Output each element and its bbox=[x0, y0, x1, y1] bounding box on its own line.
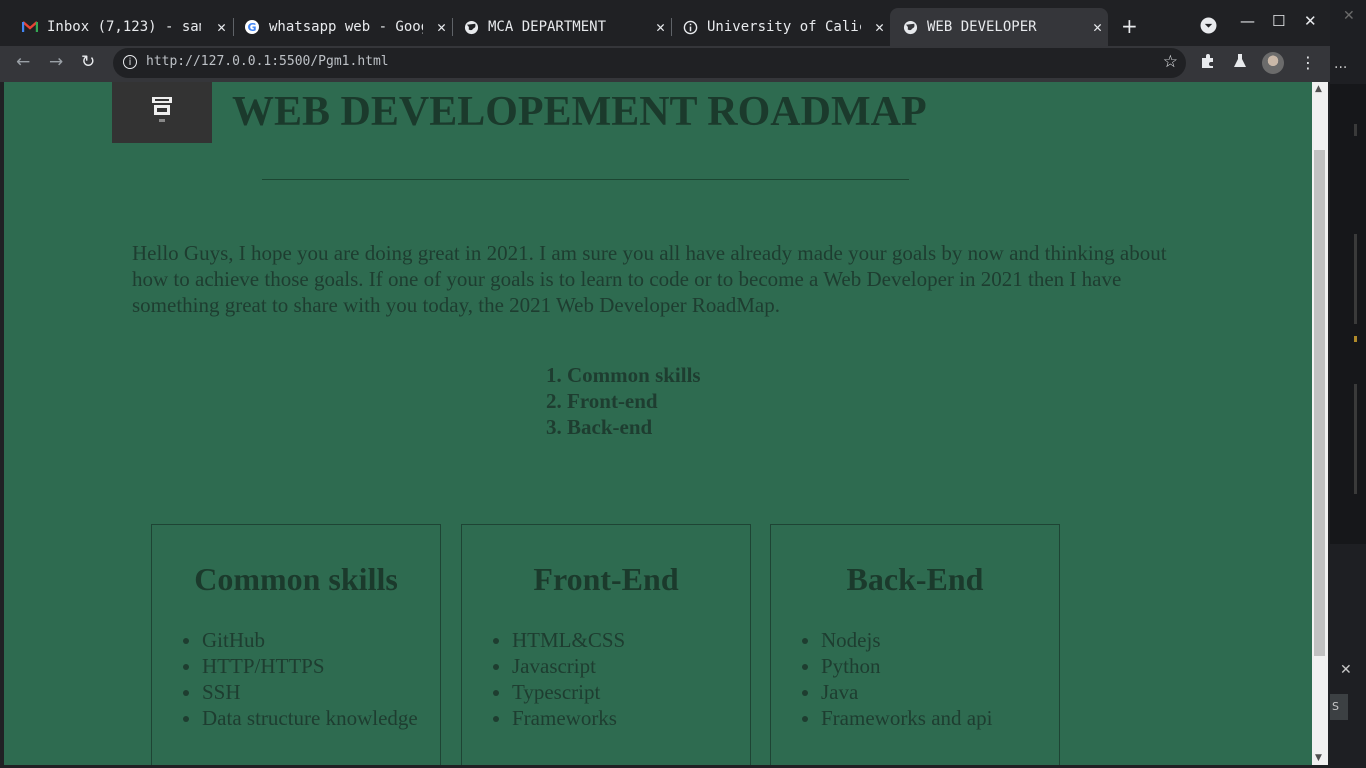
scroll-marker bbox=[1354, 124, 1357, 136]
intro-paragraph: Hello Guys, I hope you are doing great i… bbox=[132, 241, 1167, 317]
scroll-marker bbox=[1354, 234, 1357, 324]
page-viewport: WEB DEVELOPEMENT ROADMAP Hello Guys, I h… bbox=[4, 82, 1312, 765]
globe-icon bbox=[902, 19, 918, 35]
tab-title: Inbox (7,123) - sam bbox=[47, 19, 201, 35]
close-window-icon[interactable]: ✕ bbox=[1304, 12, 1317, 30]
maximize-icon[interactable]: ☐ bbox=[1272, 12, 1285, 30]
editor-gutter bbox=[1330, 84, 1366, 544]
google-icon: G bbox=[244, 19, 260, 35]
skill-list: Nodejs Python Java Frameworks and api bbox=[771, 627, 992, 731]
more-options-icon[interactable]: ··· bbox=[1334, 60, 1347, 76]
tab-mca-department[interactable]: MCA DEPARTMENT ✕ bbox=[451, 8, 671, 46]
new-tab-plus-icon[interactable]: + bbox=[1121, 16, 1138, 36]
list-item: SSH bbox=[202, 679, 418, 705]
list-item: Python bbox=[821, 653, 992, 679]
menu-kebab-icon[interactable]: ⋮ bbox=[1300, 53, 1316, 72]
card-heading: Front-End bbox=[533, 561, 679, 597]
card-common-skills: Common skills GitHub HTTP/HTTPS SSH Data… bbox=[151, 524, 441, 765]
forward-arrow-icon[interactable]: → bbox=[49, 52, 63, 72]
bookmark-star-icon[interactable]: ☆ bbox=[1163, 52, 1178, 72]
scroll-marker bbox=[1354, 336, 1357, 342]
browser-toolbar: ← → ↻ i http://127.0.0.1:5500/Pgm1.html … bbox=[0, 46, 1330, 82]
info-icon bbox=[682, 19, 698, 35]
tab-search-icon[interactable] bbox=[1200, 17, 1217, 38]
horizontal-rule bbox=[262, 179, 909, 180]
close-tab-icon[interactable]: ✕ bbox=[1093, 18, 1102, 36]
side-panel-tab[interactable]: S bbox=[1330, 694, 1348, 720]
tab-title: WEB DEVELOPER bbox=[927, 19, 1037, 35]
list-item: Frameworks and api bbox=[821, 705, 992, 731]
svg-text:G: G bbox=[247, 21, 256, 34]
list-item: HTML&CSS bbox=[512, 627, 625, 653]
tab-whatsapp-search[interactable]: G whatsapp web - Goog ✕ bbox=[232, 8, 452, 46]
list-item: 1. Common skills bbox=[546, 363, 701, 387]
tab-university-calicut[interactable]: University of Calicut ✕ bbox=[670, 8, 890, 46]
back-arrow-icon[interactable]: ← bbox=[16, 52, 30, 72]
list-item: Data structure knowledge bbox=[202, 705, 418, 731]
close-tab-icon[interactable]: ✕ bbox=[875, 18, 884, 36]
address-bar[interactable]: i http://127.0.0.1:5500/Pgm1.html ☆ bbox=[113, 48, 1186, 78]
list-item: Typescript bbox=[512, 679, 625, 705]
page-title: WEB DEVELOPEMENT ROADMAP bbox=[232, 89, 927, 135]
close-icon[interactable]: ✕ bbox=[1343, 8, 1355, 24]
close-icon[interactable]: ✕ bbox=[1340, 662, 1352, 678]
card-heading: Back-End bbox=[846, 561, 984, 597]
page-scrollbar[interactable]: ▲ ▼ bbox=[1312, 82, 1328, 765]
scrollbar-thumb[interactable] bbox=[1314, 150, 1325, 656]
labs-flask-icon[interactable] bbox=[1233, 53, 1247, 73]
scroll-marker bbox=[1354, 384, 1357, 494]
close-tab-icon[interactable]: ✕ bbox=[437, 18, 446, 36]
list-item: 3. Back-end bbox=[546, 415, 653, 439]
skill-list: GitHub HTTP/HTTPS SSH Data structure kno… bbox=[152, 627, 418, 731]
list-item: Java bbox=[821, 679, 992, 705]
list-item: HTTP/HTTPS bbox=[202, 653, 418, 679]
card-heading: Common skills bbox=[194, 561, 398, 597]
tab-title: whatsapp web - Goog bbox=[269, 19, 423, 35]
scroll-up-arrow-icon[interactable]: ▲ bbox=[1315, 84, 1322, 94]
minimize-icon[interactable]: — bbox=[1240, 12, 1255, 30]
browser-window: Inbox (7,123) - sam ✕ G whatsapp web - G… bbox=[0, 0, 1330, 768]
roadmap-sections-list: 1. Common skills 2. Front-end 3. Back-en… bbox=[546, 362, 701, 440]
close-tab-icon[interactable]: ✕ bbox=[217, 18, 226, 36]
tab-title: University of Calicut bbox=[707, 19, 861, 35]
globe-icon bbox=[463, 19, 479, 35]
list-item: Nodejs bbox=[821, 627, 992, 653]
list-item: 2. Front-end bbox=[546, 389, 658, 413]
list-item: Frameworks bbox=[512, 705, 625, 731]
tab-inbox[interactable]: Inbox (7,123) - sam ✕ bbox=[10, 8, 232, 46]
skill-list: HTML&CSS Javascript Typescript Framework… bbox=[462, 627, 625, 731]
card-front-end: Front-End HTML&CSS Javascript Typescript… bbox=[461, 524, 751, 765]
address-bar-url[interactable]: http://127.0.0.1:5500/Pgm1.html bbox=[146, 54, 389, 69]
reload-icon[interactable]: ↻ bbox=[81, 52, 95, 72]
tab-bar: Inbox (7,123) - sam ✕ G whatsapp web - G… bbox=[0, 0, 1330, 46]
site-info-icon[interactable]: i bbox=[123, 55, 137, 69]
list-item: Javascript bbox=[512, 653, 625, 679]
close-tab-icon[interactable]: ✕ bbox=[656, 18, 665, 36]
tab-web-developer[interactable]: WEB DEVELOPER ✕ bbox=[890, 8, 1108, 46]
profile-avatar[interactable] bbox=[1262, 52, 1284, 74]
list-item: GitHub bbox=[202, 627, 418, 653]
extensions-puzzle-icon[interactable] bbox=[1200, 53, 1216, 73]
scroll-down-arrow-icon[interactable]: ▼ bbox=[1315, 753, 1322, 763]
tab-title: MCA DEPARTMENT bbox=[488, 19, 607, 35]
gmail-icon bbox=[22, 19, 38, 35]
card-back-end: Back-End Nodejs Python Java Frameworks a… bbox=[770, 524, 1060, 765]
site-logo bbox=[112, 82, 212, 143]
background-editor-window: ✕ ··· ✕ S bbox=[1330, 0, 1366, 768]
